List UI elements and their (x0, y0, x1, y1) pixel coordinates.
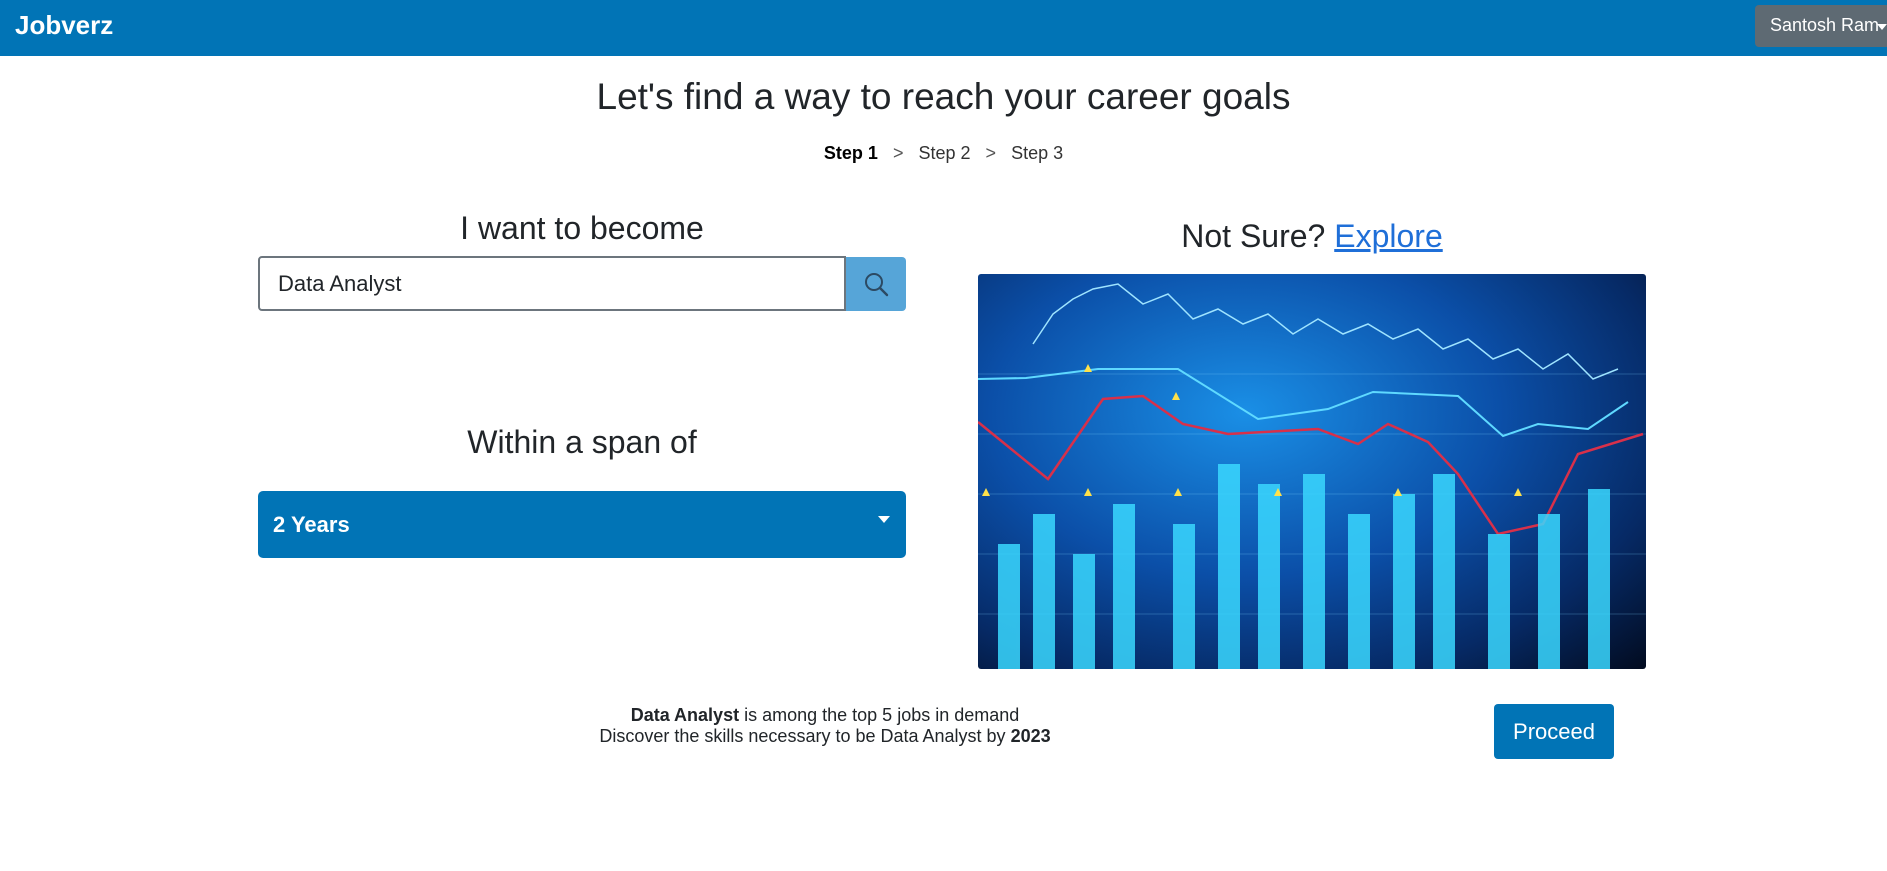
user-name: Santosh Ram (1770, 15, 1880, 35)
top-navbar: Jobverz Santosh Ram (0, 0, 1887, 56)
proceed-button[interactable]: Proceed (1494, 704, 1614, 759)
page-title: Let's find a way to reach your career go… (596, 76, 1291, 117)
summary-text: Data Analyst is among the top 5 jobs in … (500, 705, 1150, 747)
stock-market-chart-image (978, 274, 1646, 669)
summary-role: Data Analyst (630, 705, 740, 725)
explore-heading: Not Sure? Explore (978, 218, 1646, 255)
user-menu-dropdown[interactable]: Santosh Ram (1755, 5, 1887, 47)
step-3: Step 3 (1011, 143, 1064, 163)
summary-line-2-text: Discover the skills necessary to be Data… (599, 726, 1006, 746)
duration-selected-value: 2 Years (273, 512, 350, 537)
step-separator: > (892, 143, 904, 163)
caret-down-icon (878, 516, 890, 523)
search-icon (865, 273, 889, 297)
step-separator: > (985, 143, 997, 163)
summary-line-2: Discover the skills necessary to be Data… (500, 726, 1150, 747)
span-heading: Within a span of (467, 424, 697, 460)
step-2: Step 2 (918, 143, 971, 163)
summary-year: 2023 (1010, 726, 1051, 746)
summary-line-1-rest: is among the top 5 jobs in demand (744, 705, 1020, 725)
explore-link[interactable]: Explore (1334, 218, 1443, 254)
summary-line-1: Data Analyst is among the top 5 jobs in … (500, 705, 1150, 726)
step-breadcrumb: Step 1 > Step 2 > Step 3 (0, 143, 1887, 164)
caret-down-icon (1877, 24, 1887, 30)
duration-select[interactable]: 2 Years (258, 491, 906, 558)
hero-graphic (978, 283, 1646, 669)
become-heading: I want to become (460, 210, 704, 246)
brand-logo[interactable]: Jobverz (15, 10, 113, 41)
step-1: Step 1 (823, 143, 878, 163)
explore-prefix: Not Sure? (1181, 218, 1326, 254)
career-search-input[interactable] (258, 256, 846, 311)
search-button[interactable] (846, 257, 906, 311)
